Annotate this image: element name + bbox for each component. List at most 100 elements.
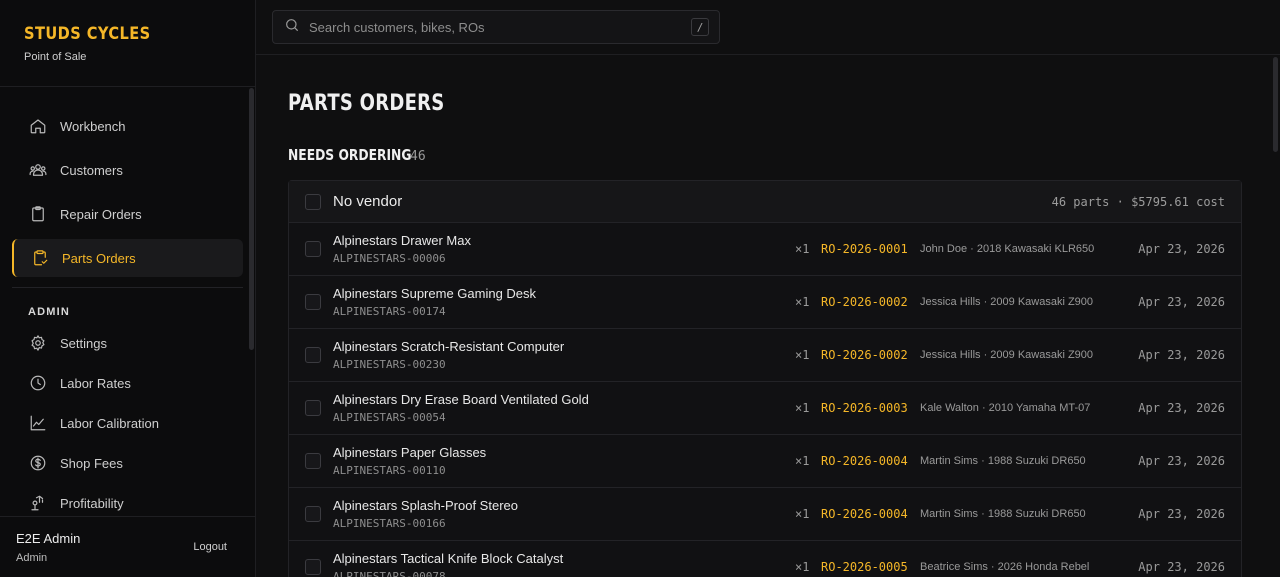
brand-subtitle: Point of Sale: [24, 51, 87, 63]
sidebar-scrollbar[interactable]: [249, 88, 254, 350]
part-info: Alpinestars Splash-Proof Stereo ALPINESTA…: [333, 498, 795, 530]
order-date: Apr 23, 2026: [1138, 295, 1225, 309]
repair-order-link[interactable]: RO-2026-0002: [821, 348, 920, 362]
repair-order-link[interactable]: RO-2026-0004: [821, 454, 920, 468]
sidebar-item-label: Labor Rates: [60, 375, 131, 391]
content: PARTS ORDERS NEEDS ORDERING 46 No vendor…: [256, 55, 1280, 577]
sidebar-item-label: Profitability: [60, 495, 124, 511]
vendor-summary: 46 parts · $5795.61 cost: [1051, 194, 1225, 209]
sidebar-item-label: Shop Fees: [60, 455, 123, 471]
table-row[interactable]: Alpinestars Scratch-Resistant Computer AL…: [289, 329, 1241, 382]
sidebar-item-labor-rates[interactable]: Labor Rates: [12, 366, 243, 400]
brand: STUDS CYCLES Point of Sale: [0, 0, 255, 87]
sidebar-item-shop-fees[interactable]: Shop Fees: [12, 446, 243, 480]
part-sku: ALPINESTARS-00078: [333, 570, 446, 577]
part-info: Alpinestars Supreme Gaming Desk ALPINESTA…: [333, 286, 795, 318]
customer-bike: Beatrice Sims · 2026 Honda Rebel: [920, 561, 1090, 573]
table-row[interactable]: Alpinestars Dry Erase Board Ventilated G…: [289, 382, 1241, 435]
table-row[interactable]: Alpinestars Paper Glasses ALPINESTARS-001…: [289, 435, 1241, 488]
part-quantity: ×1: [795, 560, 810, 574]
sidebar-item-parts-orders[interactable]: Parts Orders: [12, 239, 243, 277]
part-info: Alpinestars Scratch-Resistant Computer AL…: [333, 339, 795, 371]
search-input[interactable]: [309, 19, 691, 35]
repair-order-link[interactable]: RO-2026-0003: [821, 401, 920, 415]
part-quantity: ×1: [795, 348, 810, 362]
sidebar-item-repair-orders[interactable]: Repair Orders: [12, 195, 243, 233]
chart-line-icon: [28, 413, 48, 433]
sidebar-item-label: Customers: [60, 162, 123, 178]
page-title: PARTS ORDERS: [288, 91, 445, 116]
part-quantity: ×1: [795, 401, 810, 415]
sidebar-item-label: Repair Orders: [60, 206, 142, 222]
part-quantity: ×1: [795, 454, 810, 468]
part-sku: ALPINESTARS-00166: [333, 517, 446, 530]
dollar-icon: [28, 453, 48, 473]
row-checkbox[interactable]: [305, 294, 321, 310]
part-name: Alpinestars Paper Glasses: [333, 445, 487, 460]
table-row[interactable]: Alpinestars Drawer Max ALPINESTARS-00006 ×…: [289, 223, 1241, 276]
search-shortcut-key: /: [691, 18, 709, 36]
part-name: Alpinestars Drawer Max: [333, 233, 471, 248]
row-checkbox[interactable]: [305, 453, 321, 469]
brand-name: STUDS CYCLES: [24, 24, 151, 44]
repair-order-link[interactable]: RO-2026-0001: [821, 242, 920, 256]
repair-order-link[interactable]: RO-2026-0002: [821, 295, 920, 309]
search-box[interactable]: /: [272, 10, 720, 44]
user-panel: E2E Admin Admin Logout: [0, 516, 255, 577]
users-icon: [28, 160, 48, 180]
table-row[interactable]: Alpinestars Supreme Gaming Desk ALPINESTA…: [289, 276, 1241, 329]
section-header: NEEDS ORDERING 46: [288, 146, 1242, 164]
row-checkbox[interactable]: [305, 347, 321, 363]
repair-order-link[interactable]: RO-2026-0005: [821, 560, 920, 574]
row-checkbox[interactable]: [305, 400, 321, 416]
part-info: Alpinestars Dry Erase Board Ventilated G…: [333, 392, 795, 424]
part-name: Alpinestars Tactical Knife Block Catalys…: [333, 551, 564, 566]
part-info: Alpinestars Paper Glasses ALPINESTARS-001…: [333, 445, 795, 477]
admin-section-label: ADMIN: [28, 306, 71, 318]
order-date: Apr 23, 2026: [1138, 348, 1225, 362]
clock-icon: [28, 373, 48, 393]
sidebar-item-label: Labor Calibration: [60, 415, 160, 431]
home-icon: [28, 116, 48, 136]
part-sku: ALPINESTARS-00006: [333, 252, 446, 265]
part-info: Alpinestars Tactical Knife Block Catalys…: [333, 551, 795, 577]
search-icon: [284, 17, 300, 38]
gear-icon: [28, 333, 48, 353]
sidebar-item-profitability[interactable]: Profitability: [12, 486, 243, 516]
logout-button[interactable]: Logout: [193, 541, 227, 553]
table-row[interactable]: Alpinestars Tactical Knife Block Catalys…: [289, 541, 1241, 577]
select-all-checkbox[interactable]: [305, 193, 321, 210]
sidebar-item-customers[interactable]: Customers: [12, 151, 243, 189]
part-name: Alpinestars Splash-Proof Stereo: [333, 498, 518, 513]
row-checkbox[interactable]: [305, 559, 321, 575]
row-checkbox[interactable]: [305, 506, 321, 522]
customer-bike: Martin Sims · 1988 Suzuki DR650: [920, 455, 1086, 467]
main-scrollbar[interactable]: [1273, 57, 1278, 152]
sidebar-item-label: Settings: [60, 335, 107, 351]
repair-order-link[interactable]: RO-2026-0004: [821, 507, 920, 521]
row-checkbox[interactable]: [305, 241, 321, 257]
vendor-name: No vendor: [333, 193, 403, 210]
order-date: Apr 23, 2026: [1138, 401, 1225, 415]
part-sku: ALPINESTARS-00174: [333, 305, 446, 318]
section-title: NEEDS ORDERING: [288, 146, 412, 164]
part-quantity: ×1: [795, 242, 810, 256]
customer-bike: Jessica Hills · 2009 Kawasaki Z900: [920, 296, 1094, 308]
customer-bike: Kale Walton · 2010 Yamaha MT-07: [920, 402, 1091, 414]
profit-icon: [28, 493, 48, 513]
customer-bike: Martin Sims · 1988 Suzuki DR650: [920, 508, 1086, 520]
customer-bike: John Doe · 2018 Kawasaki KLR650: [920, 243, 1095, 255]
order-date: Apr 23, 2026: [1138, 560, 1225, 574]
part-name: Alpinestars Supreme Gaming Desk: [333, 286, 537, 301]
customer-bike: Jessica Hills · 2009 Kawasaki Z900: [920, 349, 1094, 361]
sidebar-item-workbench[interactable]: Workbench: [12, 107, 243, 145]
part-name: Alpinestars Dry Erase Board Ventilated G…: [333, 392, 589, 407]
vendor-group: No vendor 46 parts · $5795.61 cost Alpin…: [288, 180, 1242, 577]
sidebar-item-labor-calibration[interactable]: Labor Calibration: [12, 406, 243, 440]
sidebar-item-settings[interactable]: Settings: [12, 326, 243, 360]
order-date: Apr 23, 2026: [1138, 454, 1225, 468]
main-content: / PARTS ORDERS NEEDS ORDERING 46 No vend…: [256, 0, 1280, 577]
part-info: Alpinestars Drawer Max ALPINESTARS-00006: [333, 233, 795, 265]
table-row[interactable]: Alpinestars Splash-Proof Stereo ALPINESTA…: [289, 488, 1241, 541]
sidebar-nav: Workbench Customers Repair Orders Parts …: [0, 87, 255, 516]
